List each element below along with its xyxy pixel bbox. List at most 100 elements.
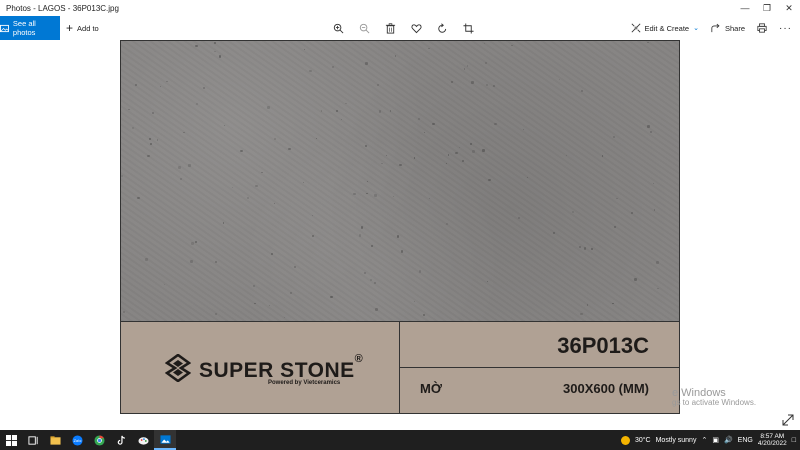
close-icon: ✕	[785, 2, 793, 13]
stone-speck	[364, 61, 368, 65]
clock-date: 4/20/2022	[757, 440, 787, 447]
start-button[interactable]	[0, 430, 22, 450]
more-options-button[interactable]: ···	[779, 23, 792, 34]
fullscreen-button[interactable]	[782, 413, 794, 426]
chevron-up-icon[interactable]: ⌃	[701, 436, 707, 444]
stone-speck	[526, 176, 529, 179]
share-button[interactable]: Share	[711, 23, 745, 33]
task-view-icon	[27, 435, 38, 445]
expand-icon	[782, 414, 794, 426]
zoom-out-button[interactable]	[357, 21, 371, 35]
stone-speck	[580, 90, 583, 92]
print-button[interactable]	[757, 23, 767, 33]
rotate-button[interactable]	[435, 21, 449, 35]
stone-speck	[429, 197, 431, 199]
crop-button[interactable]	[461, 21, 475, 35]
stone-speck	[413, 157, 415, 159]
stone-speck	[255, 185, 258, 188]
product-code: 36P013C	[557, 333, 649, 358]
network-icon[interactable]: ▣	[712, 436, 719, 444]
stone-speck	[261, 171, 263, 174]
favorite-button[interactable]	[409, 21, 423, 35]
stone-speck	[121, 175, 123, 178]
maximize-button[interactable]: ❐	[756, 0, 778, 16]
product-label-panel: SUPER STONE® Powered by Vietceramics 36P…	[121, 321, 679, 414]
stone-speck	[312, 215, 314, 217]
crop-icon	[462, 22, 474, 34]
sun-icon	[620, 435, 630, 445]
stone-speck	[336, 109, 338, 112]
stone-speck	[494, 122, 497, 126]
stone-speck	[486, 281, 489, 283]
taskbar-tiktok[interactable]	[110, 430, 132, 450]
task-view-button[interactable]	[22, 430, 44, 450]
stone-speck	[572, 210, 575, 213]
share-label: Share	[724, 23, 745, 33]
stone-speck	[485, 62, 488, 65]
windows-logo-icon	[5, 434, 17, 446]
window-title: Photos - LAGOS - 36P013C.jpg	[6, 3, 119, 13]
stone-speck	[413, 301, 415, 303]
tiktok-icon	[117, 435, 125, 445]
close-button[interactable]: ✕	[778, 0, 800, 16]
stone-speck	[565, 154, 567, 156]
stone-speck	[486, 83, 489, 86]
photo-viewer-image[interactable]: SUPER STONE® Powered by Vietceramics 36P…	[120, 40, 680, 414]
stone-speck	[253, 285, 256, 287]
stone-speck	[273, 138, 276, 140]
title-bar: Photos - LAGOS - 36P013C.jpg — ❐ ✕	[0, 0, 800, 16]
stone-speck	[203, 87, 205, 89]
stone-speck	[482, 149, 485, 152]
trash-icon	[385, 22, 395, 34]
add-to-button[interactable]: + Add to	[66, 22, 99, 34]
stone-speck	[187, 163, 191, 167]
product-code-cell: 36P013C	[400, 322, 679, 368]
browser-icon	[93, 434, 105, 446]
stone-speck	[380, 162, 383, 165]
paint-icon	[137, 436, 149, 445]
edit-create-button[interactable]: Edit & Create ⌄	[631, 23, 699, 33]
stone-speck	[389, 110, 392, 112]
stone-speck	[345, 102, 348, 105]
stone-speck	[400, 250, 403, 253]
stone-speck	[634, 278, 637, 281]
volume-icon[interactable]: 🔊	[724, 436, 733, 444]
stone-speck	[131, 126, 134, 129]
stone-speck	[163, 284, 165, 286]
folder-icon	[49, 435, 61, 445]
add-to-label: Add to	[77, 23, 99, 33]
clock[interactable]: 8:57 AM 4/20/2022	[758, 433, 787, 448]
language-indicator[interactable]: ENG	[738, 437, 753, 444]
taskbar-chrome[interactable]	[88, 430, 110, 450]
stone-speck	[178, 166, 181, 169]
stone-speck	[331, 65, 334, 68]
stone-speck	[378, 110, 382, 113]
more-icon: ···	[779, 22, 792, 34]
taskbar-file-explorer[interactable]	[44, 430, 66, 450]
taskbar-zalo[interactable]: Zalo	[66, 430, 88, 450]
stone-speck	[385, 155, 387, 157]
zoom-in-button[interactable]	[331, 21, 345, 35]
see-all-photos-button[interactable]: See all photos	[0, 16, 60, 40]
notifications-icon[interactable]: □	[792, 437, 796, 444]
delete-button[interactable]	[383, 21, 397, 35]
stone-speck	[616, 197, 618, 200]
taskbar-paint[interactable]	[132, 430, 154, 450]
temperature[interactable]: 30°C	[635, 437, 651, 444]
stone-speck	[215, 313, 218, 315]
stone-speck	[268, 304, 270, 306]
clock-time: 8:57 AM	[760, 432, 785, 440]
taskbar-photos[interactable]	[154, 430, 176, 450]
minimize-button[interactable]: —	[734, 0, 756, 16]
stone-speck	[360, 226, 364, 229]
stone-speck	[222, 222, 225, 224]
stone-speck	[196, 102, 199, 105]
stone-speck	[472, 150, 475, 154]
stone-speck	[231, 186, 234, 189]
stone-speck	[646, 124, 650, 128]
weather-description[interactable]: Mostly sunny	[656, 437, 697, 444]
stone-speck	[134, 83, 137, 87]
stone-speck	[447, 154, 450, 156]
stone-speck	[601, 155, 604, 158]
printer-icon	[757, 23, 767, 33]
